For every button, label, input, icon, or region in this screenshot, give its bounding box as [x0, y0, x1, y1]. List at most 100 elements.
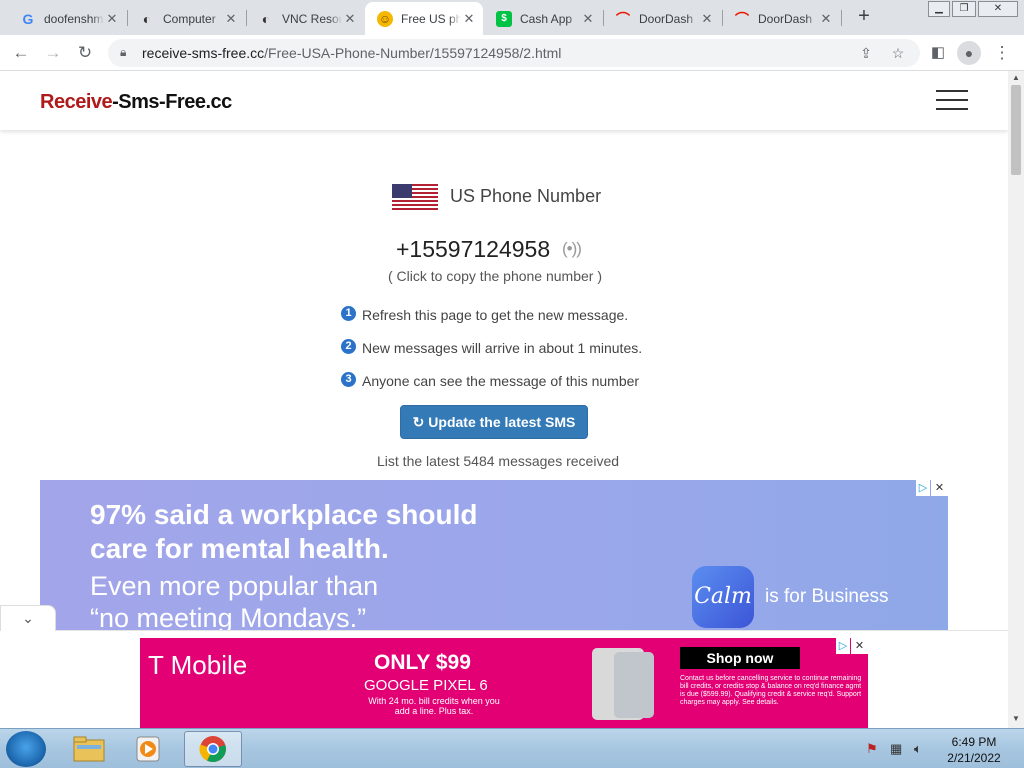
close-icon[interactable]: ✕	[342, 11, 358, 27]
google-icon: G	[22, 10, 34, 27]
step-number-badge: 3	[341, 371, 356, 387]
system-clock[interactable]: 6:49 PM 2/21/2022	[944, 734, 1004, 766]
signal-icon: (•))	[562, 239, 582, 258]
calm-tagline: is for Business	[765, 586, 889, 607]
profile-avatar-icon[interactable]: ●	[957, 41, 981, 65]
tab-doofenshmirtz[interactable]: G doofenshmirtz ✕	[8, 2, 126, 35]
ad-close-icon[interactable]: ✕	[851, 638, 868, 654]
menu-kebab-icon[interactable]: ⋮	[990, 41, 1014, 65]
reload-icon[interactable]: ↻	[73, 41, 97, 65]
step-text: New messages will arrive in about 1 minu…	[362, 340, 643, 356]
windows-taskbar: ⚑ ▦ 🔈︎ 6:49 PM 2/21/2022	[0, 728, 1024, 768]
share-icon[interactable]: ⇪	[856, 43, 876, 63]
step-item: 2 New messages will arrive in about 1 mi…	[341, 338, 643, 356]
step-text: Refresh this page to get the new message…	[362, 307, 629, 323]
tab-title: Cash App	[520, 11, 573, 26]
step-number-badge: 1	[341, 305, 356, 321]
file-explorer-icon[interactable]	[64, 731, 114, 767]
tab-title: Free US phone	[401, 11, 461, 26]
action-center-flag-icon[interactable]: ⚑	[866, 741, 878, 757]
tab-title: VNC Resources	[282, 11, 342, 26]
network-icon[interactable]: ▦	[890, 741, 902, 757]
update-sms-button[interactable]: ↻ Update the latest SMS	[400, 405, 588, 439]
media-player-icon[interactable]	[124, 731, 174, 767]
tab-title: doofenshmirtz	[44, 11, 104, 26]
scroll-down-icon[interactable]: ▼	[1008, 714, 1024, 723]
browser-toolbar: ← → ↻ 🔒︎ receive-sms-free.cc/Free-USA-Ph…	[0, 35, 1024, 71]
step-text: Anyone can see the message of this numbe…	[362, 373, 640, 389]
side-panel-icon[interactable]: ◧	[926, 41, 950, 65]
step-item: 3 Anyone can see the message of this num…	[341, 371, 640, 389]
ad-headline: 97% said a workplace should care for ment…	[90, 499, 478, 564]
adchoices-icon[interactable]: ▷	[916, 480, 930, 496]
calm-advertisement[interactable]: 97% said a workplace should care for ment…	[40, 480, 948, 630]
minimize-button[interactable]: ▁	[928, 1, 950, 17]
close-icon[interactable]: ✕	[580, 11, 596, 27]
chevron-down-icon[interactable]: ⌄	[0, 605, 56, 631]
cow-icon: ◐	[142, 10, 152, 27]
ad-fineprint: With 24 mo. bill credits when you add a …	[368, 696, 500, 716]
close-icon[interactable]: ✕	[461, 11, 477, 27]
adchoices-icon[interactable]: ▷	[836, 638, 850, 654]
tab-title: Computer	[163, 11, 216, 26]
tab-title: DoorDash	[758, 11, 813, 26]
lock-icon[interactable]: 🔒︎	[120, 45, 126, 60]
step-number-badge: 2	[341, 338, 356, 354]
tab-cash-app[interactable]: $ Cash App ✕	[484, 2, 602, 35]
ad-close-icon[interactable]: ✕	[931, 480, 948, 496]
logo-part-red: Receive	[40, 91, 113, 113]
address-bar[interactable]: 🔒︎ receive-sms-free.cc/Free-USA-Phone-Nu…	[108, 39, 920, 67]
country-label: US Phone Number	[450, 186, 602, 206]
cashapp-icon: $	[496, 10, 512, 27]
doordash-icon: ⌒	[735, 10, 749, 27]
url-path: /Free-USA-Phone-Number/15597124958/2.htm…	[264, 45, 562, 61]
page-scrollbar[interactable]: ▲ ▼	[1008, 71, 1024, 728]
start-button[interactable]	[6, 731, 46, 767]
clock-time: 6:49 PM	[951, 735, 997, 749]
volume-icon[interactable]: 🔈︎	[914, 741, 922, 757]
close-icon[interactable]: ✕	[104, 11, 120, 27]
forward-icon[interactable]: →	[41, 41, 65, 65]
pixel-phone-image	[614, 652, 654, 718]
ad-legal-text: Contact us before cancelling service to …	[680, 675, 862, 706]
doordash-icon: ⌒	[616, 10, 630, 27]
close-icon[interactable]: ✕	[818, 11, 834, 27]
ad-subline: Even more popular than “no meeting Monday…	[90, 571, 379, 630]
tab-doordash-2[interactable]: ⌒ DoorDash ✕	[722, 2, 840, 35]
ad-offer: ONLY $99	[374, 651, 471, 674]
copy-hint[interactable]: ( Click to copy the phone number )	[388, 268, 602, 284]
restore-button[interactable]: ❐	[952, 1, 976, 17]
phone-number[interactable]: +15597124958	[396, 236, 550, 263]
tmobile-logo: T Mobile	[148, 650, 248, 680]
tab-computer[interactable]: ◐ Computer ✕	[127, 2, 245, 35]
tab-doordash-1[interactable]: ⌒ DoorDash ✕	[603, 2, 721, 35]
tab-vnc-resources[interactable]: ◐ VNC Resources ✕	[246, 2, 364, 35]
window-close-button[interactable]: ✕	[978, 1, 1018, 17]
close-icon[interactable]: ✕	[223, 11, 239, 27]
chrome-icon[interactable]	[184, 731, 242, 767]
url-text[interactable]: receive-sms-free.cc/Free-USA-Phone-Numbe…	[142, 45, 561, 61]
step-item: 1 Refresh this page to get the new messa…	[341, 305, 629, 323]
tmobile-advertisement[interactable]: T Mobile ONLY $99 GOOGLE PIXEL 6 With 24…	[140, 638, 868, 728]
calm-logo: Calm	[692, 566, 754, 628]
new-tab-button[interactable]: +	[852, 5, 876, 29]
clock-date: 2/21/2022	[947, 751, 1001, 765]
messages-count-note: List the latest 5484 messages received	[377, 453, 620, 469]
close-icon[interactable]: ✕	[699, 11, 715, 27]
site-logo[interactable]: Receive-Sms-Free.cc	[40, 91, 232, 114]
cow-icon: ◐	[261, 10, 271, 27]
hamburger-menu-icon[interactable]	[936, 90, 968, 110]
us-flag-icon	[392, 184, 438, 210]
back-icon[interactable]: ←	[9, 41, 33, 65]
tab-free-us-phone[interactable]: ☺ Free US phone ✕	[365, 2, 483, 35]
bookmark-star-icon[interactable]: ☆	[888, 43, 908, 63]
shop-now-button[interactable]: Shop now	[680, 647, 800, 669]
tab-title: DoorDash	[639, 11, 694, 26]
site-header: Receive-Sms-Free.cc	[0, 71, 1008, 130]
smiley-icon: ☺	[377, 10, 393, 27]
logo-part-black: -Sms-Free.cc	[112, 91, 232, 113]
url-host: receive-sms-free.cc	[142, 45, 265, 61]
scroll-up-icon[interactable]: ▲	[1008, 73, 1024, 82]
tab-separator	[841, 10, 842, 26]
scrollbar-thumb[interactable]	[1011, 85, 1021, 175]
